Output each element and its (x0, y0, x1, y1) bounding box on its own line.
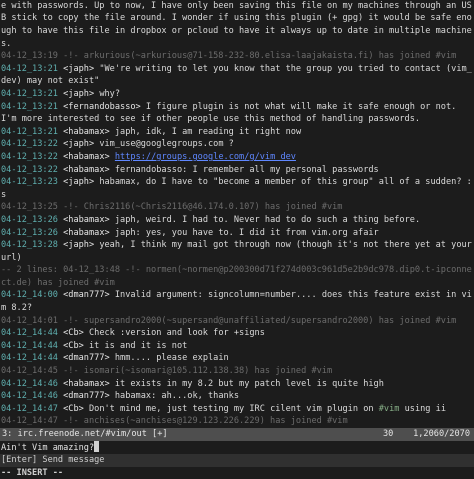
message-text: habamax: ah...ok, thanks (109, 391, 240, 402)
message-text: why? (94, 88, 121, 99)
message-text: it exists in my 8.2 but my patch level i… (109, 378, 384, 389)
chat-message: 04-12_13:28 <japh> yeah, I think my mail… (0, 239, 474, 264)
chat-message: 04-12_14:47 <Cb> Don't mind me, just tes… (0, 403, 474, 416)
message-nick[interactable]: <habamax> (63, 215, 110, 225)
message-timestamp: 04-12_13:25 (1, 202, 58, 213)
message-timestamp: 04-12_13:21 (1, 63, 58, 74)
message-nick[interactable]: <dman777> (63, 290, 110, 300)
message-timestamp: 04-12_13:23 (1, 177, 58, 188)
message-input-text: Ain't Vim amazing? (1, 443, 95, 453)
chat-message: 04-12_13:26 <habamax> japh: yes, you hav… (0, 227, 474, 240)
message-timestamp: 04-12_14:47 (1, 416, 58, 427)
message-nick[interactable]: <habamax> (63, 379, 110, 389)
message-timestamp: 04-12_14:44 (1, 328, 58, 339)
status-line: 04-12_14:45 -!- isomari(~isomari@105.112… (0, 365, 474, 378)
message-nick[interactable]: <habamax> (63, 127, 110, 137)
chat-message: 04-12_14:44 <Cb> Check :version and look… (0, 327, 474, 340)
text-cursor (94, 441, 100, 452)
message-nick[interactable]: <Cb> (63, 328, 84, 338)
message-text: it is and it is not (83, 340, 188, 351)
chat-message: 04-12_14:44 <dman777> hmm.... please exp… (0, 352, 474, 365)
statusline-buffer: 3: irc.freenode.net/#vim/out [+] (2, 429, 168, 439)
chat-message: 04-12_13:21 <habamax> japh, idk, I am re… (0, 126, 474, 139)
terminal-window: 04-12_12:59 <japh> cheers04-12_12:59 <ha… (0, 0, 474, 479)
chat-message: 04-12_13:21 <japh> why? (0, 88, 474, 101)
message-timestamp: 04-12_13:21 (1, 101, 58, 112)
message-timestamp: 04-12_13:19 (1, 51, 58, 62)
message-input[interactable]: Ain't Vim amazing? (0, 441, 474, 454)
message-nick[interactable]: <Cb> (63, 404, 84, 414)
message-text: -!- arkurious(~arkurious@71-158-232-80.e… (57, 51, 457, 62)
status-line: 04-12_14:47 -!- anchises(~anchises@129.1… (0, 415, 474, 428)
chat-log[interactable]: 04-12_12:59 <japh> cheers04-12_12:59 <ha… (0, 0, 474, 428)
message-timestamp: 04-12_14:44 (1, 340, 58, 351)
chat-message: 04-12_13:26 <habamax> japh, weird. I had… (0, 214, 474, 227)
message-timestamp: 04-12_14:46 (1, 391, 58, 402)
message-text: -!- Chris2116(~Chris2116@46.174.0.107) h… (57, 202, 343, 213)
chat-message: 04-12_14:44 <Cb> it is and it is not (0, 340, 474, 353)
status-line: 04-12_13:25 -!- Chris2116(~Chris2116@46.… (0, 201, 474, 214)
message-nick[interactable]: <japh> (63, 177, 94, 187)
message-text: Check :version and look for +signs (83, 328, 265, 339)
message-nick[interactable]: <japh> (63, 89, 94, 99)
message-text: japh: yes, you have to. I did it from vi… (109, 227, 379, 238)
help-hint: [Enter] Send message (0, 454, 474, 467)
message-text-tail: using ii (399, 403, 447, 414)
message-nick[interactable]: <dman777> (63, 391, 110, 401)
message-text: I'm using jamessan vim-gnupg for a few d… (1, 0, 472, 49)
message-timestamp: 04-12_13:22 (1, 139, 58, 150)
message-timestamp: 04-12_14:44 (1, 353, 58, 364)
message-timestamp: 04-12_14:47 (1, 403, 58, 414)
message-nick[interactable]: <dman777> (63, 353, 110, 363)
message-text: vim_use@googlegroups.com ? (94, 139, 234, 150)
chat-message: 04-12_13:18 <fernandobasso> I'm using ja… (0, 0, 474, 50)
chat-message: 04-12_14:46 <habamax> it exists in my 8.… (0, 378, 474, 391)
message-nick[interactable]: <habamax> (63, 228, 110, 238)
message-timestamp: 04-12_14:46 (1, 378, 58, 389)
message-text: -- 2 lines: 04-12_13:48 -!- normen(~norm… (1, 265, 472, 288)
message-nick[interactable]: <japh> (63, 139, 94, 149)
status-line: 04-12_13:19 -!- arkurious(~arkurious@71-… (0, 50, 474, 63)
chat-message: 04-12_13:22 <japh> vim_use@googlegroups.… (0, 138, 474, 151)
message-timestamp: 04-12_14:45 (1, 366, 58, 377)
message-timestamp: 04-12_13:28 (1, 240, 58, 251)
message-timestamp: 04-12_13:21 (1, 88, 58, 99)
vim-statusline: 3: irc.freenode.net/#vim/out [+] 30 1,20… (0, 428, 474, 441)
message-nick[interactable]: <fernandobasso> (63, 102, 141, 112)
channel-highlight[interactable]: #vim (379, 404, 400, 414)
message-timestamp: 04-12_13:22 (1, 164, 58, 175)
mode-indicator: -- INSERT -- (1, 468, 64, 478)
message-timestamp: 04-12_13:21 (1, 126, 58, 137)
message-nick[interactable]: <japh> (63, 240, 94, 250)
chat-message: 04-12_13:21 <fernandobasso> I figure plu… (0, 101, 474, 126)
message-nick[interactable]: <japh> (63, 64, 94, 74)
message-nick[interactable]: <Cb> (63, 341, 84, 351)
message-timestamp: 04-12_13:26 (1, 227, 58, 238)
message-timestamp: 04-12_13:22 (1, 151, 58, 162)
message-nick[interactable]: <habamax> (63, 165, 110, 175)
chat-message: 04-12_13:23 <japh> habamax, do I have to… (0, 176, 474, 201)
statusline-count: 30 (383, 429, 394, 439)
message-text: -!- isomari(~isomari@105.112.138.38) has… (57, 366, 333, 377)
message-text: japh, idk, I am reading it right now (109, 126, 302, 137)
message-nick[interactable]: <habamax> (63, 152, 110, 162)
chat-message: 04-12_13:21 <japh> "We're writing to let… (0, 63, 474, 88)
message-timestamp: 04-12_14:01 (1, 315, 58, 326)
chat-message: 04-12_13:22 <habamax> fernandobasso: I r… (0, 164, 474, 177)
message-text: -!- supersandro2000(~supersand@unaffilia… (57, 315, 457, 326)
message-timestamp: 04-12_14:00 (1, 290, 58, 301)
message-text: hmm.... please explain (109, 353, 229, 364)
message-link[interactable]: https://groups.google.com/g/vim_dev (115, 152, 296, 162)
chat-message: 04-12_13:22 <habamax> https://groups.goo… (0, 151, 474, 164)
message-text: -!- anchises(~anchises@129.123.226.229) … (57, 416, 348, 427)
message-text: Don't mind me, just testing my IRC cilen… (83, 403, 379, 414)
chat-message: 04-12_14:46 <dman777> habamax: ah...ok, … (0, 390, 474, 403)
status-line: -- 2 lines: 04-12_13:48 -!- normen(~norm… (0, 264, 474, 289)
status-line: 04-12_14:01 -!- supersandro2000(~supersa… (0, 315, 474, 328)
chat-message: 04-12_14:00 <dman777> Invalid argument: … (0, 289, 474, 314)
message-text: fernandobasso: I remember all my persona… (109, 164, 379, 175)
message-timestamp: 04-12_13:26 (1, 214, 58, 225)
statusline-position: 1,2060/2070 (413, 429, 470, 439)
message-text: japh, weird. I had to. Never had to do s… (109, 214, 421, 225)
